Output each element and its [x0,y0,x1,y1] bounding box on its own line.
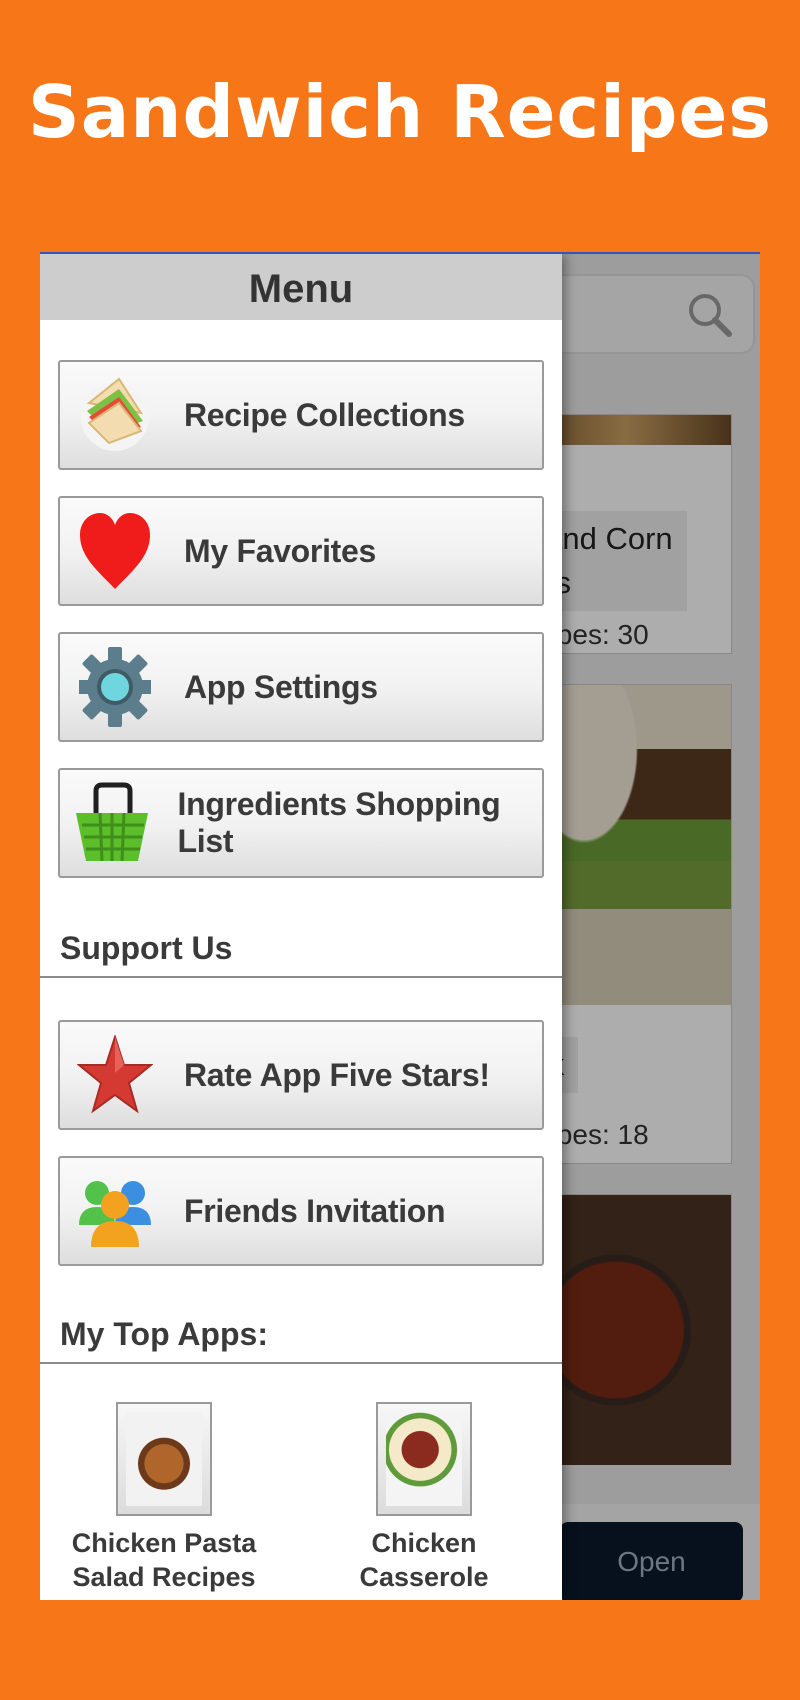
top-apps-section-title: My Top Apps: [60,1316,268,1352]
star-icon [60,1022,170,1128]
rate-app-label: Rate App Five Stars! [184,1056,490,1093]
phone-screen: s and Corn ogs ecipes: 30 ork ecipes: 18… [40,252,760,1600]
my-favorites-button[interactable]: My Favorites [58,496,544,606]
top-app-name: Chicken Pasta Salad Recipes [71,1528,257,1592]
recipe-collections-button[interactable]: Recipe Collections [58,360,544,470]
gear-icon [60,634,170,740]
support-section-title: Support Us [60,930,233,966]
navigation-drawer: Menu Recipe Collections My Favorites App… [40,254,562,1600]
rate-app-button[interactable]: Rate App Five Stars! [58,1020,544,1130]
drawer-header: Menu [40,254,562,320]
basket-icon [60,770,164,876]
heart-icon [60,498,170,604]
friends-invitation-label: Friends Invitation [184,1192,446,1229]
banner-title: Sandwich Recipes [27,70,773,154]
shopping-list-button[interactable]: Ingredients Shopping List [58,768,544,878]
top-app-item[interactable]: Chicken Casserole Recipes [304,1402,544,1600]
shopping-list-label: Ingredients Shopping List [177,786,501,859]
section-divider [40,976,562,978]
app-settings-label: App Settings [184,668,378,705]
section-divider [40,1362,562,1364]
friends-invitation-button[interactable]: Friends Invitation [58,1156,544,1266]
my-favorites-label: My Favorites [184,532,377,569]
app-settings-button[interactable]: App Settings [58,632,544,742]
sandwich-icon [60,362,170,468]
people-icon [60,1158,170,1264]
top-app-name: Chicken Casserole Recipes [359,1528,489,1600]
recipe-collections-label: Recipe Collections [184,396,465,433]
top-app-item[interactable]: Chicken Pasta Salad Recipes [44,1402,284,1600]
app-thumbnail [376,1402,472,1516]
app-thumbnail [116,1402,212,1516]
